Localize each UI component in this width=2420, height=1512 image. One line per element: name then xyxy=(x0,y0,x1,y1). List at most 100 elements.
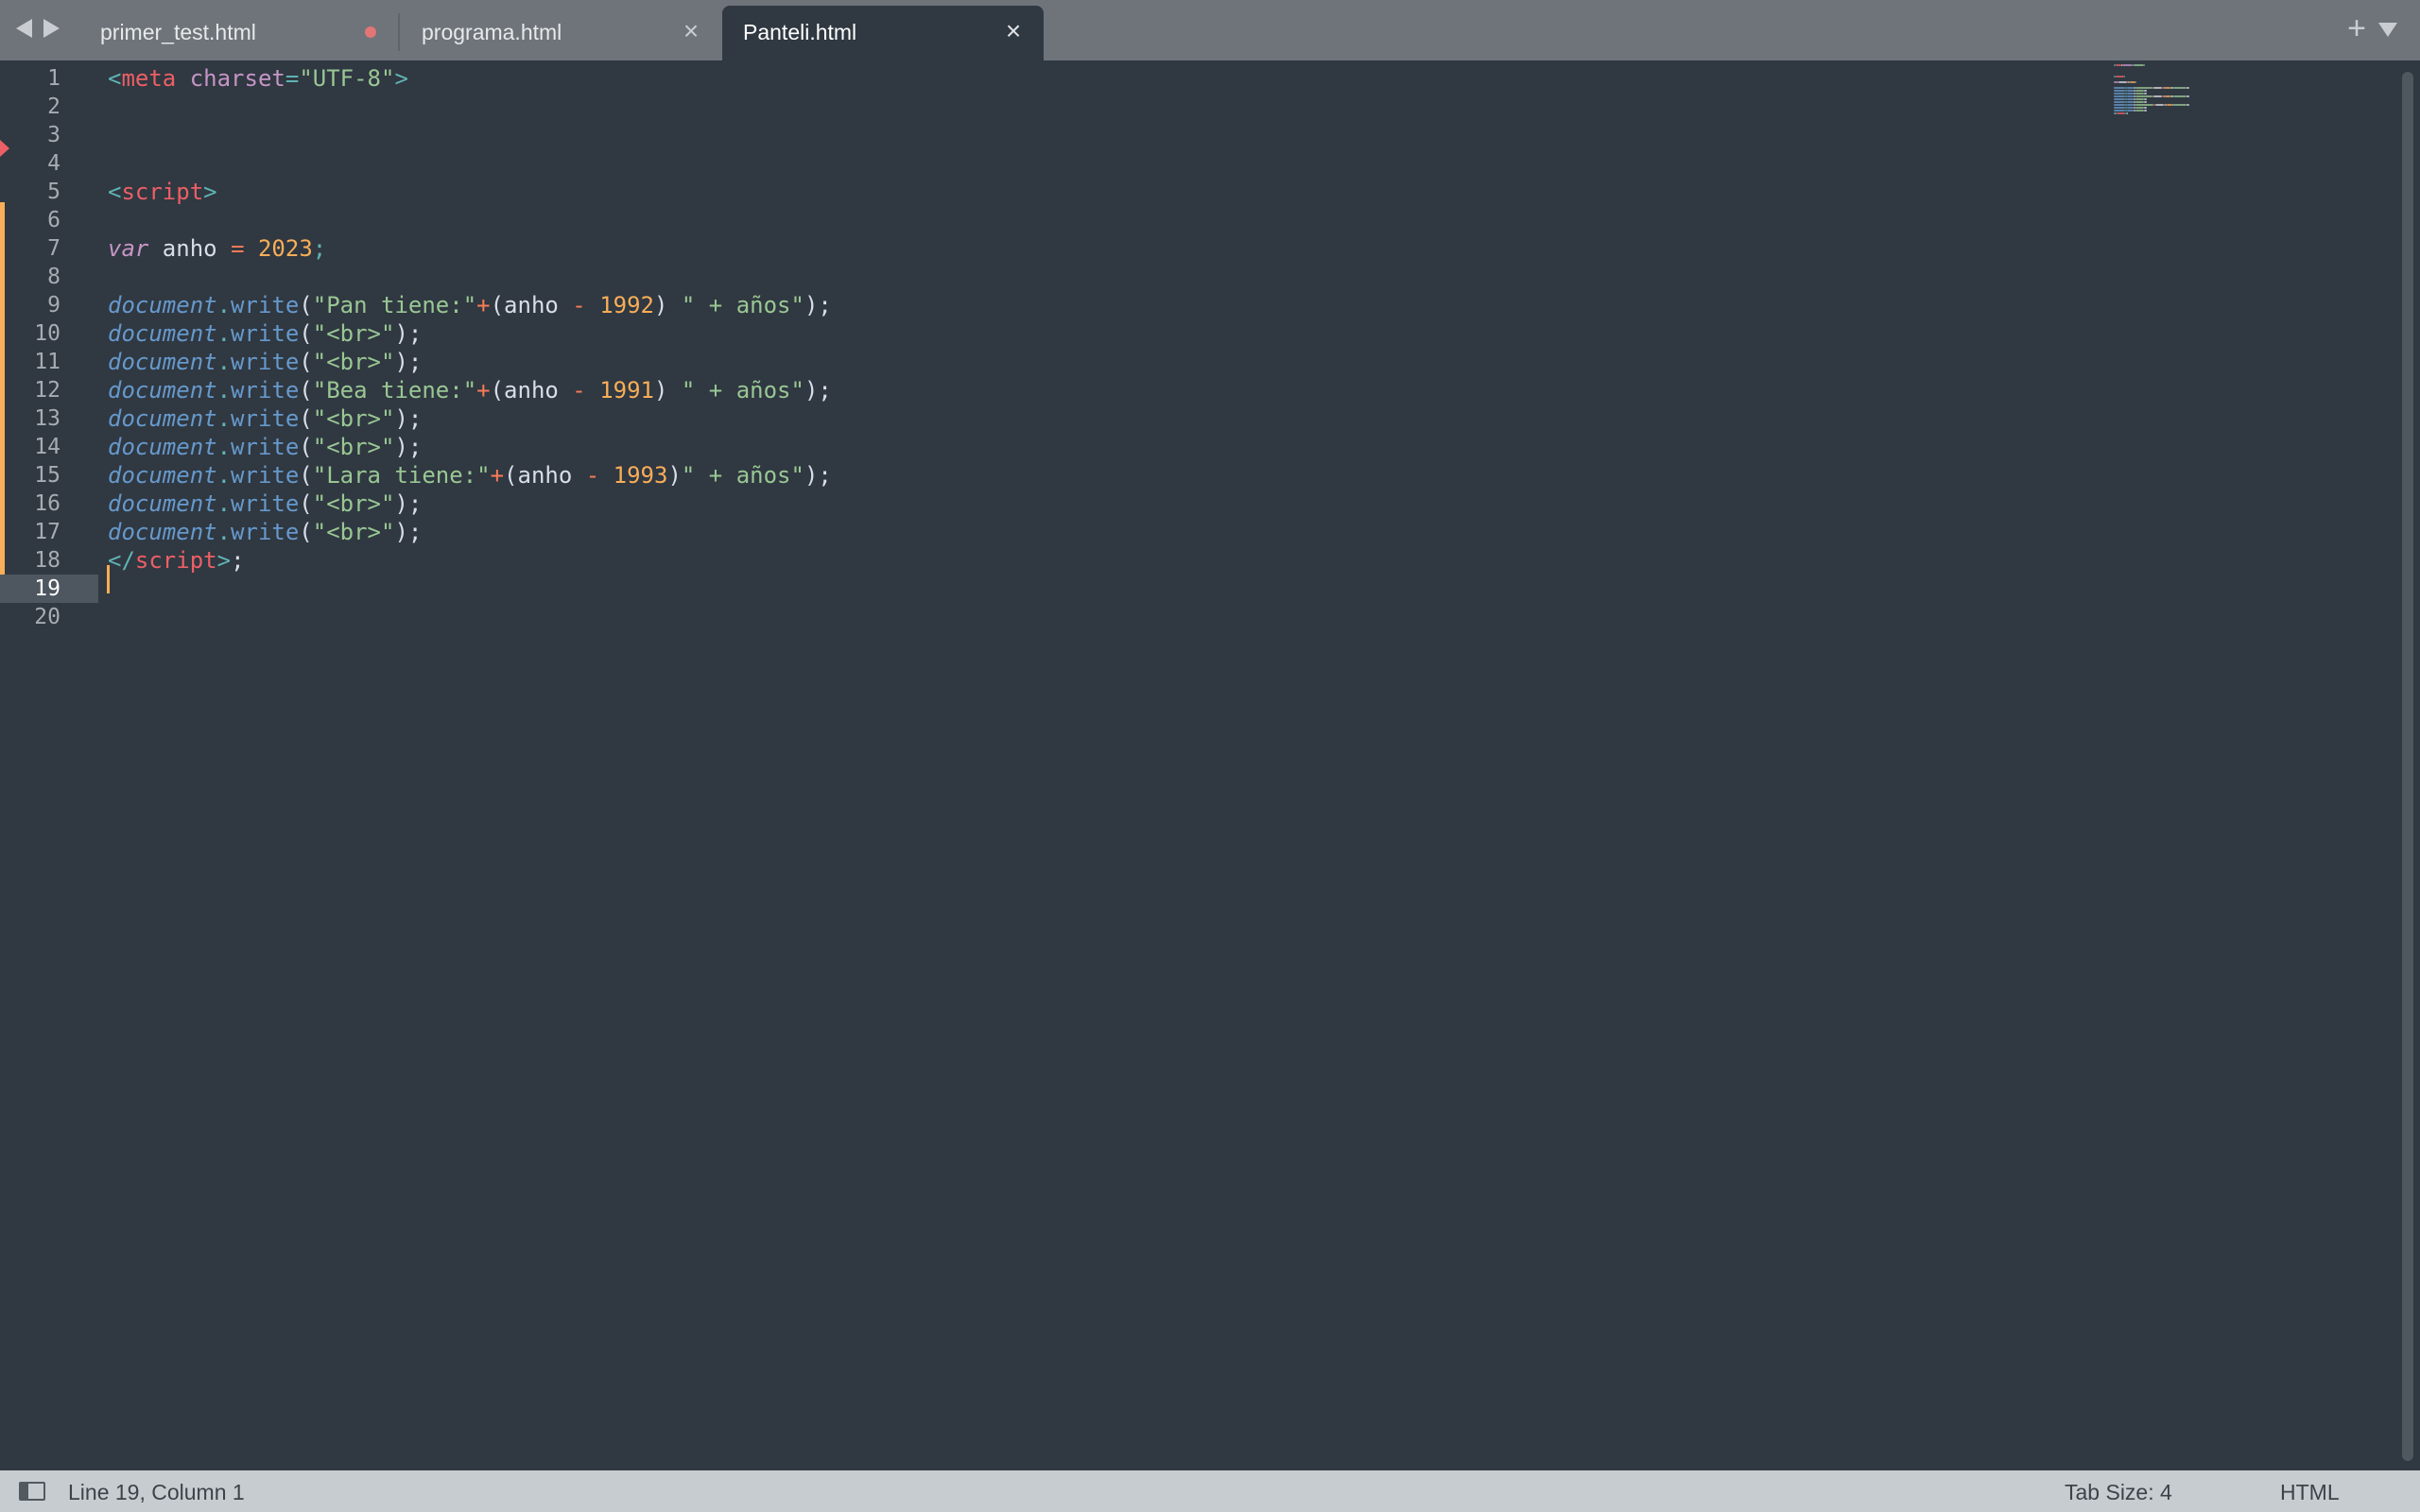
minimap-segment xyxy=(2126,101,2134,103)
minimap-segment xyxy=(2173,87,2187,89)
minimap[interactable] xyxy=(2114,60,2397,212)
code-token: "<br>" xyxy=(312,490,395,517)
code-line: document.write("<br>"); xyxy=(108,404,422,433)
back-arrow-icon[interactable] xyxy=(16,19,32,38)
code-token: ( xyxy=(299,377,313,404)
tab-programa[interactable]: programa.html × xyxy=(401,6,722,60)
minimap-segment xyxy=(2126,104,2134,106)
code-token: . xyxy=(216,405,232,432)
minimap-segment xyxy=(2126,93,2134,94)
cursor-position[interactable]: Line 19, Column 1 xyxy=(68,1480,245,1505)
code-token: ; xyxy=(312,235,327,262)
sidebar-toggle-icon[interactable] xyxy=(19,1482,45,1501)
code-line: <script> xyxy=(108,178,217,206)
code-token: document xyxy=(108,292,217,318)
code-text-area[interactable]: < meta charset="UTF-8" > <script> var anho =… xyxy=(108,60,2093,1470)
code-token: "<br>" xyxy=(312,519,395,545)
tab-primer-test[interactable]: primer_test.html xyxy=(79,6,397,60)
line-number: 10 xyxy=(34,321,60,346)
minimap-segment xyxy=(2173,104,2187,106)
code-token: < xyxy=(108,179,122,205)
tab-panteli[interactable]: Panteli.html × xyxy=(722,6,1044,60)
code-token: "Bea tiene:" xyxy=(312,377,477,404)
code-token: write xyxy=(231,349,300,375)
close-icon[interactable]: × xyxy=(677,17,705,45)
code-token: - xyxy=(585,462,600,489)
code-token: (anho xyxy=(490,377,573,404)
minimap-segment xyxy=(2114,110,2125,112)
code-token: ); xyxy=(804,462,832,489)
code-token: document xyxy=(108,405,217,432)
minimap-segment xyxy=(2135,90,2144,92)
code-token: document xyxy=(108,462,217,489)
code-line: document.write("Bea tiene:"+(anho - 1991… xyxy=(108,376,832,404)
minimap-segment xyxy=(2126,110,2134,112)
minimap-segment xyxy=(2186,95,2189,97)
minimap-segment xyxy=(2153,87,2162,89)
minimap-segment xyxy=(2123,76,2125,77)
line-number: 3 xyxy=(47,123,60,147)
minimap-segment xyxy=(2135,81,2136,83)
tab-size[interactable]: Tab Size: 4 xyxy=(2065,1480,2172,1505)
minimap-segment xyxy=(2115,76,2124,77)
code-token: document xyxy=(108,519,217,545)
syntax-mode[interactable]: HTML xyxy=(2280,1480,2340,1505)
code-token: charset xyxy=(189,65,285,92)
text-cursor xyxy=(107,565,110,593)
unsaved-dot-icon[interactable] xyxy=(365,26,376,38)
minimap-segment xyxy=(2114,107,2125,109)
code-token: write xyxy=(231,320,300,347)
line-number: 2 xyxy=(47,94,60,119)
close-icon[interactable]: × xyxy=(999,17,1028,45)
code-token: ( xyxy=(299,405,313,432)
code-token: meta xyxy=(121,65,177,92)
scrollbar-thumb[interactable] xyxy=(2402,72,2413,1461)
code-token: write xyxy=(231,490,300,517)
line-number: 15 xyxy=(34,463,60,488)
code-token: write xyxy=(231,519,300,545)
tab-list-chevron-down-icon[interactable] xyxy=(2378,23,2397,37)
code-token: . xyxy=(216,462,232,489)
code-token: ( xyxy=(299,462,313,489)
minimap-segment xyxy=(2114,101,2125,103)
minimap-segment xyxy=(2122,64,2133,66)
code-token: write xyxy=(231,462,300,489)
line-number: 1 xyxy=(47,66,60,91)
tab-label: programa.html xyxy=(422,20,562,44)
code-token: script xyxy=(134,547,217,574)
new-tab-plus-icon[interactable]: + xyxy=(2342,9,2371,47)
code-token: ); xyxy=(394,349,423,375)
code-token: document xyxy=(108,490,217,517)
code-token: ); xyxy=(394,405,423,432)
code-token: ); xyxy=(394,490,423,517)
code-line: var anho = 2023; xyxy=(108,234,326,263)
minimap-segment xyxy=(2114,98,2125,100)
code-token: write xyxy=(231,377,300,404)
code-token: . xyxy=(216,377,232,404)
minimap-segment xyxy=(2143,64,2145,66)
code-token: = xyxy=(285,65,300,92)
forward-arrow-icon[interactable] xyxy=(43,19,60,38)
code-line: document.write("Pan tiene:"+(anho - 1992… xyxy=(108,291,832,319)
code-token: ); xyxy=(804,292,832,318)
code-token: (anho xyxy=(490,292,573,318)
code-token: > xyxy=(203,179,217,205)
code-token: "<br>" xyxy=(312,434,395,460)
editor-area[interactable]: 1 2 3 4 5 6 7 8 9 10 11 12 13 14 15 16 17 18 19 20 <meta ch… xyxy=(0,60,2420,1470)
code-token: "<br>" xyxy=(312,320,395,347)
tab-bar: primer_test.html programa.html × Panteli… xyxy=(0,0,2420,60)
minimap-segment xyxy=(2143,90,2147,92)
minimap-segment xyxy=(2173,95,2187,97)
code-token: script xyxy=(121,179,204,205)
code-line: </script>; xyxy=(108,546,245,575)
code-token: 1993 xyxy=(613,462,668,489)
minimap-segment xyxy=(2114,81,2118,83)
code-token: "UTF-8" xyxy=(299,65,395,92)
code-token: - xyxy=(572,292,586,318)
code-token: . xyxy=(216,519,232,545)
code-token: ; xyxy=(231,547,245,574)
minimap-segment xyxy=(2135,110,2144,112)
code-token: 1992 xyxy=(599,292,654,318)
minimap-segment xyxy=(2135,101,2144,103)
